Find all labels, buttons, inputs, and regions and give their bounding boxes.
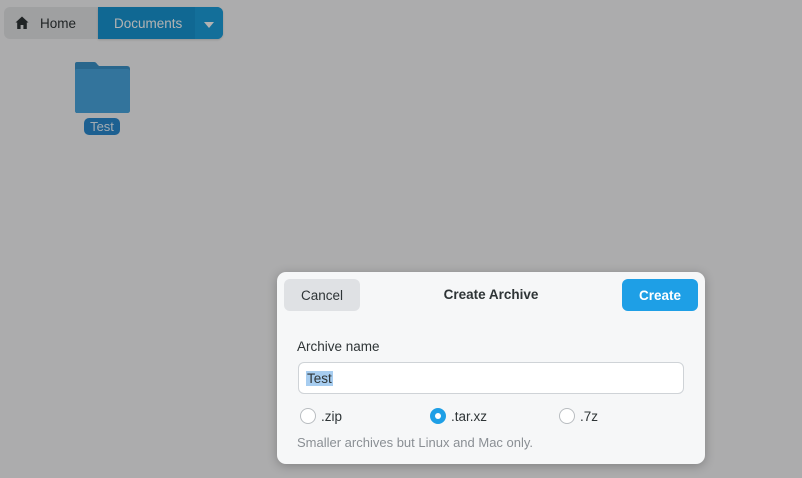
archive-name-value: Test: [306, 370, 333, 386]
radio-tar-xz[interactable]: [430, 408, 446, 424]
format-label-7z: .7z: [580, 408, 599, 424]
format-label-tar-xz: .tar.xz: [451, 408, 488, 424]
create-archive-dialog: Cancel Create Archive Create Archive nam…: [277, 272, 705, 464]
archive-name-input[interactable]: Test: [298, 362, 684, 394]
file-manager-window: Home Documents Test Cancel Create Archiv…: [0, 0, 802, 478]
format-radio-group: .zip .tar.xz .7z: [300, 408, 690, 426]
format-option-zip[interactable]: .zip: [300, 408, 342, 424]
create-button[interactable]: Create: [622, 279, 698, 311]
dialog-header: Cancel Create Archive Create: [277, 272, 705, 318]
radio-7z[interactable]: [559, 408, 575, 424]
format-hint: Smaller archives but Linux and Mac only.: [297, 435, 534, 450]
radio-zip[interactable]: [300, 408, 316, 424]
format-option-tar-xz[interactable]: .tar.xz: [430, 408, 487, 424]
format-label-zip: .zip: [321, 408, 343, 424]
archive-name-label: Archive name: [297, 339, 380, 354]
format-option-7z[interactable]: .7z: [559, 408, 598, 424]
